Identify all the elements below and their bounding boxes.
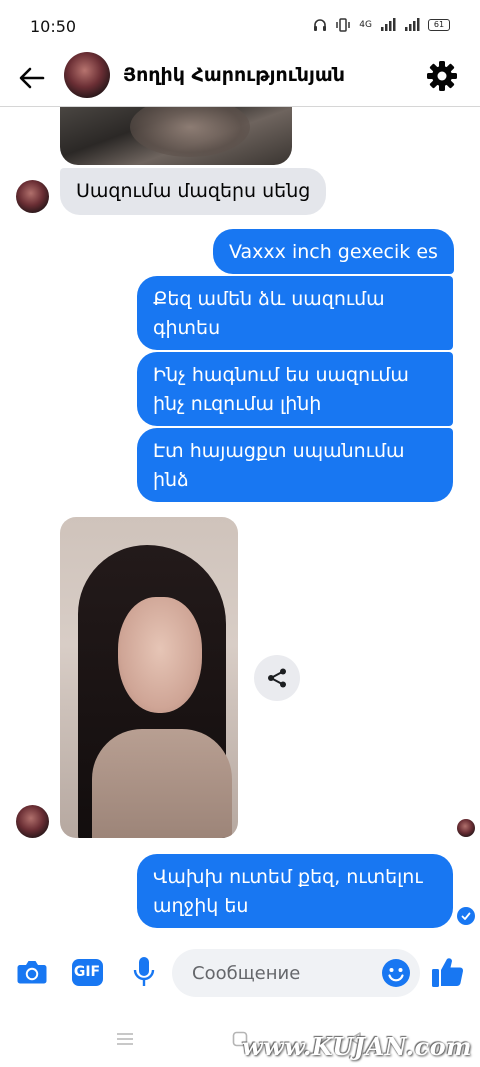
delivered-check-icon (457, 907, 475, 925)
watermark: www.KUJAN.com (241, 1032, 472, 1061)
contact-avatar[interactable] (64, 52, 110, 98)
message-text: Սազումա մազերս սենց (76, 180, 311, 202)
incoming-photo[interactable] (60, 517, 238, 838)
outgoing-message[interactable]: Վախխ ուտեմ քեզ, ուտելու աղջիկ ես (137, 854, 453, 928)
message-text-line: Վախխ ուտեմ քեզ, ուտելու (153, 866, 423, 888)
arrow-left-icon (19, 67, 45, 89)
message-text-line: Ինչ հագնում ես սազումա (153, 364, 409, 386)
settings-button[interactable] (424, 58, 460, 94)
signal-icon-2 (405, 18, 420, 31)
contact-name[interactable]: Յողիկ Հարությունյան (123, 64, 345, 86)
message-text-line: Քեզ ամեն ձև սազումա (153, 288, 385, 310)
outgoing-message[interactable]: Ինչ հագնում ես սազումա ինչ ուզումա լինի (137, 352, 453, 426)
message-text-line: գիտես (153, 317, 221, 339)
conversation-header: Յողիկ Հարությունյան (0, 52, 480, 107)
message-text-line: ինչ ուզումա լինի (153, 393, 322, 415)
message-composer: GIF (0, 944, 480, 1002)
message-text-line: ինձ (153, 469, 189, 491)
battery-icon: 61 (428, 19, 450, 31)
incoming-photo-partial[interactable] (60, 107, 292, 165)
microphone-icon (133, 957, 155, 986)
back-button[interactable] (14, 60, 50, 96)
incoming-message[interactable]: Սազումա մազերս սենց (60, 168, 327, 215)
outgoing-message[interactable]: Քեզ ամեն ձև սազումա գիտես (137, 276, 453, 350)
network-type: 4G (359, 20, 372, 30)
headphones-icon (314, 19, 327, 31)
emoji-button[interactable] (381, 958, 411, 988)
camera-button[interactable] (12, 952, 52, 992)
system-navigation-bar: www.KUJAN.com (0, 1010, 480, 1067)
share-icon (268, 668, 286, 688)
like-button[interactable] (428, 952, 468, 992)
message-text-line: Էտ հայացքտ սպանումա (153, 440, 405, 462)
status-time: 10:50 (30, 17, 77, 36)
outgoing-message[interactable]: Vaxxx inch gexecik es (213, 229, 454, 274)
seen-indicator-avatar (457, 819, 475, 837)
sender-avatar (16, 180, 49, 213)
gear-icon (427, 61, 457, 91)
thumbs-up-icon (432, 958, 464, 987)
outgoing-message[interactable]: Էտ հայացքտ սպանումա ինձ (137, 428, 453, 502)
sender-avatar (16, 805, 49, 838)
share-button[interactable] (254, 655, 300, 701)
gif-icon: GIF (71, 958, 103, 986)
menu-icon (117, 1033, 133, 1045)
gif-button[interactable]: GIF (67, 952, 107, 992)
camera-icon (17, 961, 47, 984)
message-text: Vaxxx inch gexecik es (229, 241, 438, 263)
microphone-button[interactable] (124, 952, 164, 992)
status-icons: 4G 61 (313, 18, 450, 32)
vibrate-icon (336, 18, 351, 32)
emoji-icon (382, 959, 410, 987)
message-text-line: աղջիկ ես (153, 895, 249, 917)
status-bar: 10:50 4G 61 (0, 0, 480, 52)
signal-icon (381, 18, 396, 31)
recents-button[interactable] (110, 1028, 140, 1050)
